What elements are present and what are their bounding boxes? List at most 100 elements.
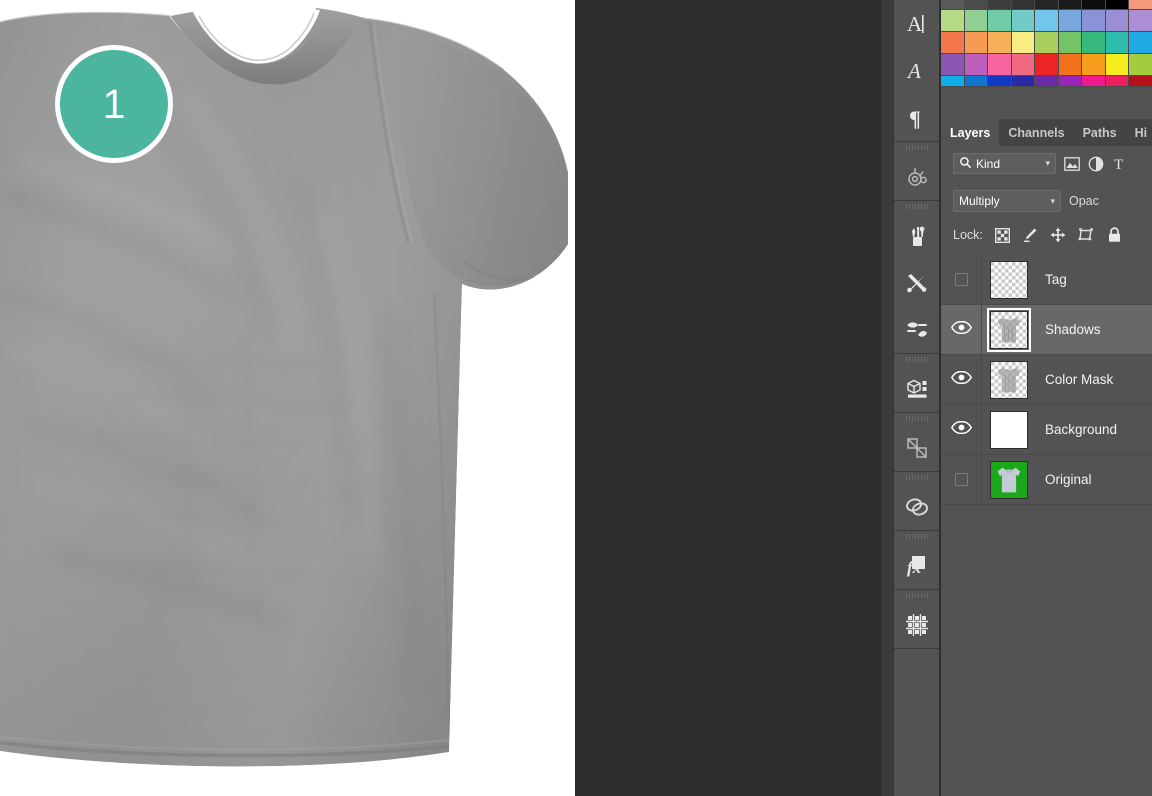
paragraph-tool-icon[interactable]: ¶ (894, 94, 939, 141)
color-swatch[interactable] (941, 10, 965, 32)
color-swatch[interactable] (1011, 32, 1036, 54)
swatches-panel[interactable] (941, 0, 1152, 96)
tab-history[interactable]: Hi (1126, 119, 1152, 146)
color-swatch[interactable] (1035, 54, 1059, 76)
3d-object-panel-icon[interactable] (894, 365, 939, 412)
color-swatch[interactable] (1035, 76, 1059, 87)
color-swatch[interactable] (1082, 54, 1106, 76)
color-swatch[interactable] (1129, 76, 1152, 87)
color-swatch[interactable] (988, 54, 1012, 76)
table-row[interactable]: Background (941, 405, 1152, 455)
color-swatch[interactable] (1105, 54, 1130, 76)
color-swatch[interactable] (1011, 76, 1036, 87)
layer-visibility-toggle[interactable] (941, 455, 982, 504)
layer-visibility-toggle[interactable] (941, 255, 982, 304)
lock-position-icon[interactable] (1050, 227, 1067, 244)
shape-path-tool-icon[interactable] (894, 424, 939, 471)
swatch-row (941, 0, 1152, 10)
color-swatch[interactable] (1058, 0, 1083, 10)
color-swatch[interactable] (1129, 54, 1152, 76)
panel-drag-handle[interactable] (894, 142, 939, 153)
panel-drag-handle[interactable] (894, 201, 939, 212)
color-swatch[interactable] (1129, 10, 1152, 32)
color-swatch[interactable] (1058, 10, 1083, 32)
color-swatch[interactable] (964, 32, 989, 54)
color-swatch[interactable] (1035, 10, 1059, 32)
layer-thumbnail-cell[interactable] (982, 255, 1035, 304)
lock-image-pixels-icon[interactable] (1022, 227, 1039, 244)
panel-drag-handle[interactable] (894, 354, 939, 365)
color-swatch[interactable] (1011, 10, 1036, 32)
color-swatch[interactable] (1105, 0, 1130, 10)
color-swatch[interactable] (988, 0, 1012, 10)
creative-cloud-libraries-icon[interactable] (894, 483, 939, 530)
lock-all-icon[interactable] (1106, 227, 1123, 244)
color-swatch[interactable] (1082, 0, 1106, 10)
color-target-tool-icon[interactable] (894, 153, 939, 200)
color-swatch[interactable] (988, 32, 1012, 54)
tab-paths[interactable]: Paths (1074, 119, 1126, 146)
color-swatch[interactable] (964, 76, 989, 87)
lock-artboard-nesting-icon[interactable] (1078, 227, 1095, 244)
blend-mode-select[interactable]: Multiply ▾ (953, 190, 1061, 212)
layer-thumbnail-cell[interactable] (982, 305, 1035, 354)
lock-transparent-pixels-icon[interactable] (994, 227, 1011, 244)
layer-thumbnail-cell[interactable] (982, 455, 1035, 504)
color-swatch[interactable] (941, 0, 965, 10)
panel-drag-handle[interactable] (894, 413, 939, 424)
document-canvas[interactable]: 1 (0, 0, 575, 796)
tab-channels[interactable]: Channels (999, 119, 1073, 146)
color-swatch[interactable] (1011, 54, 1036, 76)
character-styles-icon[interactable]: A (894, 47, 939, 94)
color-swatch[interactable] (1082, 10, 1106, 32)
image-filter-icon[interactable] (1063, 155, 1080, 172)
swatch-row (941, 10, 1152, 32)
brushes-cup-tool-icon[interactable] (894, 212, 939, 259)
panel-drag-handle[interactable] (894, 472, 939, 483)
table-row[interactable]: Color Mask (941, 355, 1152, 405)
layer-visibility-toggle[interactable] (941, 305, 982, 354)
filter-kind-select[interactable]: Kind ▾ (953, 153, 1056, 174)
color-swatch[interactable] (988, 10, 1012, 32)
table-row[interactable]: Tag (941, 255, 1152, 305)
panel-drag-handle[interactable] (894, 531, 939, 542)
tab-layers[interactable]: Layers (941, 119, 1000, 146)
color-swatch[interactable] (941, 54, 965, 76)
layer-visibility-toggle[interactable] (941, 405, 982, 454)
color-swatch[interactable] (1129, 32, 1152, 54)
tool-presets-icon[interactable] (894, 259, 939, 306)
color-swatch[interactable] (941, 76, 965, 87)
layer-effects-fx-icon[interactable]: fx (894, 542, 939, 589)
color-swatch[interactable] (1035, 32, 1059, 54)
color-swatch[interactable] (1011, 0, 1036, 10)
horizontal-type-tool-icon[interactable]: A (894, 0, 939, 47)
swatch-row (941, 76, 1152, 87)
type-filter-icon[interactable]: T (1111, 155, 1128, 172)
color-swatch[interactable] (1082, 32, 1106, 54)
color-swatch[interactable] (1058, 32, 1083, 54)
color-swatch[interactable] (1058, 76, 1083, 87)
color-swatch[interactable] (1105, 10, 1130, 32)
color-swatch[interactable] (964, 54, 989, 76)
color-swatch[interactable] (1058, 54, 1083, 76)
color-swatch[interactable] (1129, 0, 1152, 10)
table-row[interactable]: Original (941, 455, 1152, 505)
layer-thumbnail-cell[interactable] (982, 405, 1035, 454)
color-swatch[interactable] (988, 76, 1012, 87)
annotation-marker-1[interactable]: 1 (55, 45, 173, 163)
panel-drag-handle[interactable] (894, 590, 939, 601)
layer-thumbnail-cell[interactable] (982, 355, 1035, 404)
color-swatch[interactable] (1105, 32, 1130, 54)
panel-dock-edge (881, 0, 893, 796)
color-swatch[interactable] (964, 0, 989, 10)
color-swatch[interactable] (1105, 76, 1130, 87)
table-row[interactable]: Shadows (941, 305, 1152, 355)
adjustment-filter-icon[interactable] (1087, 155, 1104, 172)
color-swatch[interactable] (1082, 76, 1106, 87)
grid-pattern-icon[interactable] (894, 601, 939, 648)
layer-visibility-toggle[interactable] (941, 355, 982, 404)
brush-presets-icon[interactable] (894, 306, 939, 353)
color-swatch[interactable] (941, 32, 965, 54)
color-swatch[interactable] (964, 10, 989, 32)
color-swatch[interactable] (1035, 0, 1059, 10)
